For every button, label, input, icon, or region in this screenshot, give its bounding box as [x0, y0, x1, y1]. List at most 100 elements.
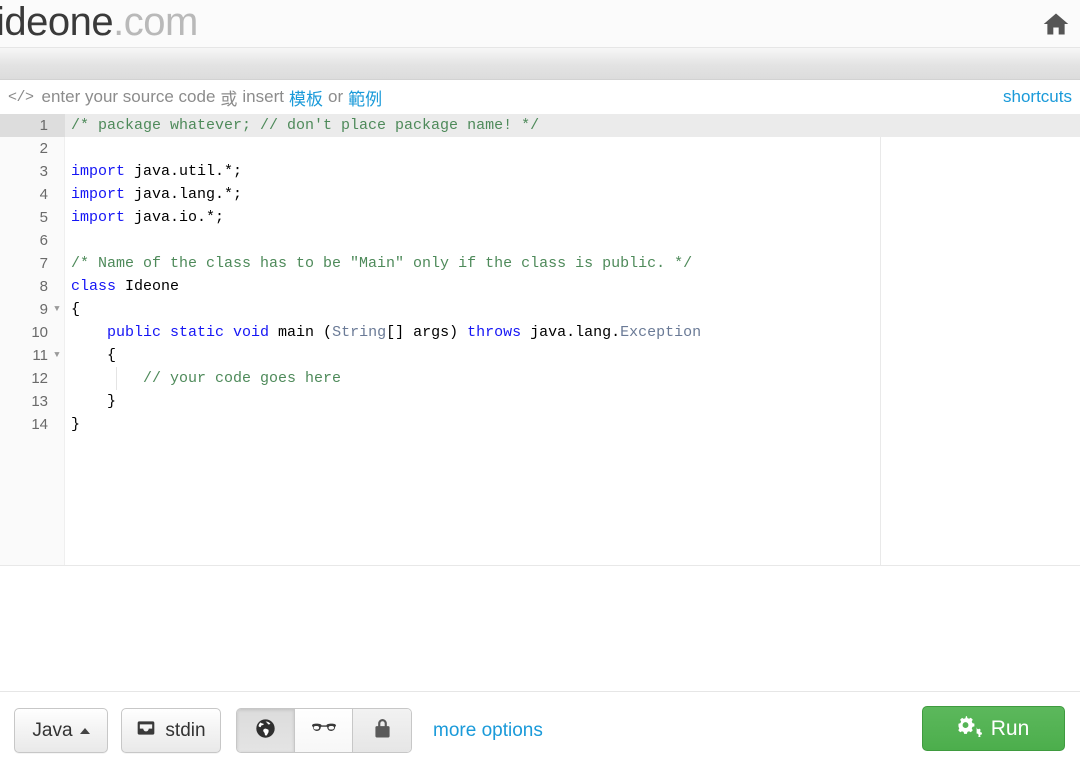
line-number: 8	[39, 278, 48, 295]
line-number: 1	[39, 117, 48, 134]
code-text: {	[71, 344, 116, 367]
code-text: import java.io.*;	[71, 206, 224, 229]
editor-toolbar: </> enter your source code 或 insert 模板 or 範例 …	[0, 81, 1080, 113]
line-number: 11	[32, 347, 48, 364]
code-token: String	[332, 324, 387, 341]
code-token: import	[71, 186, 126, 203]
language-label: Java	[32, 719, 73, 741]
line-number: 13	[31, 393, 48, 410]
line-number: 6	[39, 232, 48, 249]
code-token: // your code goes here	[71, 370, 342, 387]
prompt-prefix: enter your source code	[41, 87, 216, 106]
sample-link[interactable]: 範例	[348, 85, 382, 110]
line-number: 5	[39, 209, 48, 226]
code-line[interactable]: 14}	[0, 413, 1080, 436]
code-token: import	[71, 163, 126, 180]
line-number: 7	[39, 255, 48, 272]
code-token: /* package whatever; // don't place pack…	[71, 117, 540, 134]
run-button[interactable]: Run	[922, 706, 1065, 751]
lock-icon	[374, 718, 391, 744]
stdin-button[interactable]: stdin	[121, 708, 221, 753]
code-token: throws	[467, 324, 522, 341]
code-token: java.lang.	[521, 324, 621, 341]
code-content[interactable]: 1 /* package whatever; // don't place pac…	[0, 114, 1080, 436]
language-selector-button[interactable]: Java	[14, 708, 108, 753]
line-number: 3	[39, 163, 48, 180]
code-line[interactable]: 9 ▼ {	[0, 298, 1080, 321]
code-text: class Ideone	[71, 275, 179, 298]
code-token: public static void	[107, 324, 270, 341]
code-text: /* package whatever; // don't place pack…	[71, 114, 539, 137]
code-text: import java.lang.*;	[71, 183, 242, 206]
run-label: Run	[990, 716, 1030, 740]
code-line[interactable]: 8 class Ideone	[0, 275, 1080, 298]
code-token: class	[71, 278, 117, 295]
line-number: 9	[39, 301, 48, 318]
editor-prompt: </> enter your source code 或 insert 模板 or 範例	[8, 81, 382, 113]
inbox-icon	[136, 719, 156, 743]
logo-tld: .com	[113, 0, 198, 44]
logo-name: ideone	[0, 0, 114, 44]
code-line[interactable]: 4 import java.lang.*;	[0, 183, 1080, 206]
code-token: java.util.*;	[125, 163, 243, 180]
code-token: {	[71, 347, 117, 364]
shortcuts-link[interactable]: shortcuts	[1003, 81, 1072, 113]
code-token: }	[71, 393, 117, 410]
code-line[interactable]: 6	[0, 229, 1080, 252]
template-link[interactable]: 模板	[289, 85, 323, 110]
visibility-public-button[interactable]	[237, 709, 295, 752]
home-icon[interactable]	[1042, 10, 1070, 38]
code-line[interactable]: 3 import java.util.*;	[0, 160, 1080, 183]
code-line[interactable]: 2	[0, 137, 1080, 160]
code-text: public static void main (String[] args) …	[71, 321, 701, 344]
caret-up-icon	[79, 727, 90, 734]
code-line[interactable]: 1 /* package whatever; // don't place pac…	[0, 114, 1080, 137]
code-text: }	[71, 413, 80, 436]
code-line[interactable]: 11 ▼ {	[0, 344, 1080, 367]
site-header: ideone.com	[0, 0, 1080, 48]
code-brackets-icon: </>	[8, 88, 34, 106]
line-number: 14	[31, 416, 48, 433]
ideone-page: ideone.com </> enter your source code 或 in…	[0, 0, 1080, 768]
code-line[interactable]: 7 /* Name of the class has to be "Main" o…	[0, 252, 1080, 275]
code-token: {	[71, 301, 81, 318]
bottom-toolbar: Java stdin more options	[0, 691, 1080, 768]
code-editor[interactable]: 1 /* package whatever; // don't place pac…	[0, 114, 1080, 566]
fold-toggle-icon[interactable]: ▼	[52, 298, 62, 321]
prompt-or: or	[327, 87, 344, 106]
code-token: Exception	[620, 324, 702, 341]
code-text: /* Name of the class has to be "Main" on…	[71, 252, 692, 275]
header-divider-band	[0, 48, 1080, 80]
fold-toggle-icon[interactable]: ▼	[52, 344, 62, 367]
code-token: java.io.*;	[125, 209, 225, 226]
site-logo[interactable]: ideone.com	[0, 0, 198, 46]
line-number: 10	[31, 324, 48, 341]
line-number: 2	[39, 140, 48, 157]
gears-icon	[958, 715, 982, 743]
code-text: // your code goes here	[71, 367, 341, 390]
code-line[interactable]: 13 }	[0, 390, 1080, 413]
line-number: 4	[39, 186, 48, 203]
code-token: import	[71, 209, 126, 226]
visibility-secret-button[interactable]	[295, 709, 353, 752]
code-token: /* Name of the class has to be "Main" on…	[71, 255, 693, 272]
stdin-label: stdin	[165, 719, 206, 741]
code-line[interactable]: 5 import java.io.*;	[0, 206, 1080, 229]
prompt-or-cjk: 或	[220, 89, 238, 109]
code-text: }	[71, 390, 116, 413]
code-token: [] args)	[386, 324, 468, 341]
code-token: }	[71, 416, 81, 433]
code-text: {	[71, 298, 80, 321]
code-token: Ideone	[116, 278, 180, 295]
code-line[interactable]: 10 public static void main (String[] arg…	[0, 321, 1080, 344]
line-number: 12	[31, 370, 48, 387]
visibility-button-group	[236, 708, 412, 753]
glasses-icon	[311, 721, 337, 740]
code-token: java.lang.*;	[125, 186, 243, 203]
code-line[interactable]: 12 // your code goes here	[0, 367, 1080, 390]
more-options-link[interactable]: more options	[433, 708, 543, 753]
visibility-private-button[interactable]	[353, 709, 411, 752]
globe-icon	[255, 718, 276, 744]
code-token: main (	[269, 324, 333, 341]
